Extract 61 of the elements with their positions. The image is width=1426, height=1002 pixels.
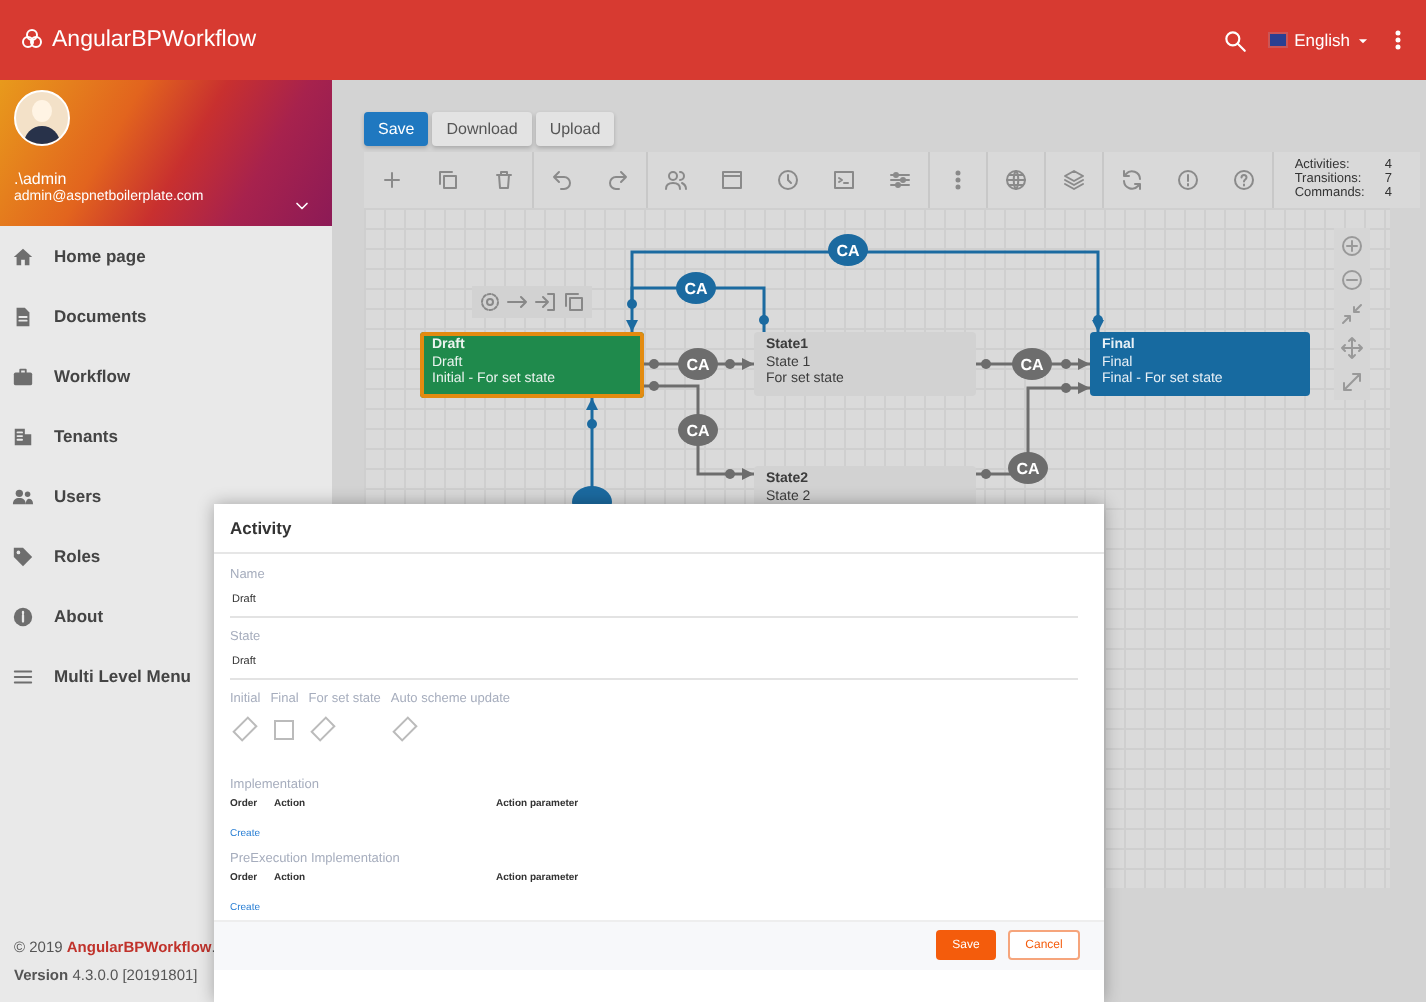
menu-icon <box>12 665 34 687</box>
transition-badge[interactable]: CA <box>678 348 718 380</box>
connector-line <box>644 358 754 370</box>
tag-icon <box>12 545 34 567</box>
app-title: AngularBPWorkflow <box>52 28 259 52</box>
checkbox[interactable] <box>232 715 258 741</box>
checkbox[interactable] <box>310 715 337 741</box>
compress-icon[interactable] <box>1340 302 1364 326</box>
connector-line <box>644 381 754 480</box>
zoom-out-icon[interactable] <box>1340 268 1364 292</box>
avatar <box>14 90 70 146</box>
transition-badge[interactable]: CA <box>678 414 718 446</box>
logo-icon <box>20 28 44 52</box>
menu-item[interactable]: Home page <box>0 226 332 286</box>
plus-icon[interactable] <box>380 168 404 192</box>
menu-item[interactable]: Tenants <box>0 406 332 466</box>
language-selector[interactable]: English <box>1268 30 1370 50</box>
users-icon <box>12 485 34 507</box>
move-icon[interactable] <box>1340 336 1364 360</box>
info-icon[interactable] <box>1176 168 1200 192</box>
redo-icon[interactable] <box>606 168 630 192</box>
home-icon <box>12 245 34 267</box>
transition-badge[interactable]: CA <box>828 234 868 266</box>
building-icon <box>12 425 34 447</box>
checkbox[interactable] <box>274 719 295 740</box>
toolbar-button[interactable]: Upload <box>535 112 615 146</box>
search-icon[interactable] <box>1222 27 1249 53</box>
expand-icon[interactable] <box>1340 370 1364 394</box>
users-icon[interactable] <box>664 168 688 192</box>
copy-icon[interactable] <box>562 290 586 314</box>
zoom-in-icon[interactable] <box>1340 234 1364 258</box>
clock-icon[interactable] <box>776 168 800 192</box>
document-icon <box>12 305 34 327</box>
transition-badge[interactable]: CA <box>1008 452 1048 484</box>
globe-icon[interactable] <box>1004 168 1028 192</box>
briefcase-icon <box>12 365 34 387</box>
terminal-icon[interactable] <box>832 168 856 192</box>
undo-icon[interactable] <box>550 168 574 192</box>
connector-line <box>976 382 1090 479</box>
toolbar-button[interactable]: Download <box>432 112 532 146</box>
trash-icon[interactable] <box>492 168 516 192</box>
connector-line <box>976 358 1090 370</box>
arrow-icon[interactable] <box>506 290 530 314</box>
menu-item[interactable]: Documents <box>0 286 332 346</box>
modal-title: Activity <box>214 504 1104 554</box>
settings-icon[interactable] <box>478 290 502 314</box>
window-icon[interactable] <box>720 168 744 192</box>
enter-icon[interactable] <box>534 290 558 314</box>
copy-icon[interactable] <box>436 168 460 192</box>
checkbox[interactable] <box>393 715 419 741</box>
sliders-icon[interactable] <box>888 168 912 192</box>
layers-icon[interactable] <box>1062 168 1086 192</box>
info-icon <box>12 605 34 627</box>
menu-item[interactable]: Workflow <box>0 346 332 406</box>
transition-badge[interactable]: CA <box>676 272 716 304</box>
help-icon[interactable] <box>1232 168 1256 192</box>
save-button[interactable]: Save <box>364 112 429 146</box>
caret-icon <box>1356 33 1370 47</box>
refresh-icon[interactable] <box>1120 168 1144 192</box>
user-name: .\admin <box>14 170 69 188</box>
transition-badge[interactable]: CA <box>1012 348 1052 380</box>
